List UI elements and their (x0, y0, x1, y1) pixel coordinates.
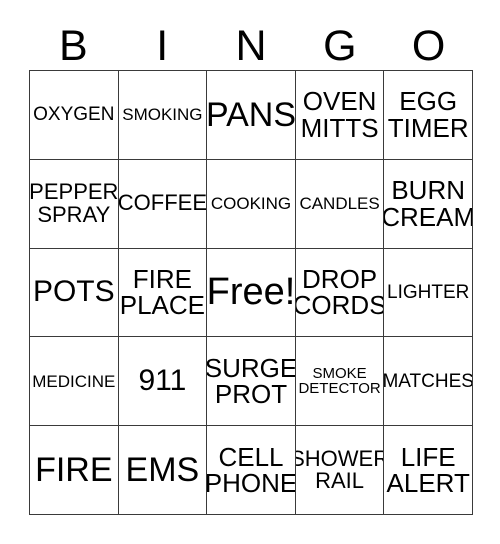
bingo-cell-label: EGG TIMER (387, 86, 469, 143)
bingo-cell[interactable]: DROP CORDS (295, 248, 385, 338)
bingo-cell-label: MEDICINE (32, 371, 116, 391)
bingo-cell-label: SHOWER RAIL (296, 445, 385, 494)
bingo-cell-label: MATCHES (384, 370, 473, 392)
bingo-cell-label: POTS (32, 275, 115, 309)
bingo-cell[interactable]: POTS (30, 248, 119, 338)
bingo-cell-label: SURGE PROT (207, 352, 296, 410)
bingo-cell[interactable]: SHOWER RAIL (295, 426, 385, 515)
bingo-cell[interactable]: MATCHES (384, 337, 473, 427)
bingo-header-letter-n: N (235, 22, 267, 70)
bingo-cell[interactable]: SURGE PROT (207, 337, 296, 427)
bingo-cell[interactable]: FIRE (30, 426, 119, 515)
bingo-cell-label: OVEN MITTS (300, 86, 379, 143)
bingo-cell[interactable]: BURN CREAM (384, 159, 473, 249)
bingo-cell[interactable]: LIFE ALERT (384, 426, 473, 515)
bingo-cell-label: CANDLES (299, 194, 380, 214)
bingo-cell-label: DROP CORDS (295, 263, 385, 321)
bingo-cell[interactable]: EMS (118, 426, 208, 515)
bingo-cell-label: OXYGEN (33, 104, 115, 126)
bingo-cell[interactable]: FIRE PLACE (118, 248, 208, 338)
bingo-cell-label: PANS (207, 95, 296, 134)
bingo-cell[interactable]: PANS (207, 71, 296, 160)
bingo-card: B I N G O OXYGEN SMOKING PANS OVEN MITTS EGG… (0, 0, 500, 544)
bingo-header-letter-o: O (411, 22, 446, 70)
bingo-cell[interactable]: MEDICINE (30, 337, 119, 427)
bingo-cell-label: FIRE PLACE (119, 263, 206, 321)
bingo-cell[interactable]: LIGHTER (384, 248, 473, 338)
bingo-cell-label: Free! (207, 271, 296, 314)
bingo-cell[interactable]: CELL PHONE (207, 426, 296, 515)
bingo-cell-label: SMOKING (122, 105, 203, 125)
bingo-cell-label: EMS (125, 450, 200, 489)
bingo-header-letter-b: B (59, 22, 88, 70)
bingo-grid: OXYGEN SMOKING PANS OVEN MITTS EGG TIMER PEPP… (29, 70, 473, 515)
bingo-cell[interactable]: CANDLES (295, 159, 385, 249)
bingo-cell-label: SMOKE DETECTOR (298, 364, 381, 398)
bingo-header-letter-i: I (156, 22, 169, 70)
bingo-cell-label: PEPPER SPRAY (30, 179, 119, 227)
bingo-cell-label: 911 (138, 363, 187, 397)
bingo-free-space-cell[interactable]: Free! (207, 248, 296, 338)
bingo-cell-label: FIRE (35, 450, 113, 489)
bingo-header-row: B I N G O (29, 18, 473, 68)
bingo-cell-label: LIGHTER (387, 281, 470, 303)
bingo-cell-label: COOKING (210, 194, 292, 214)
bingo-cell-label: LIFE ALERT (386, 441, 470, 499)
bingo-cell-label: CELL PHONE (207, 441, 296, 499)
bingo-cell[interactable]: COFFEE (118, 159, 208, 249)
bingo-header-letter-g: G (323, 22, 357, 70)
bingo-cell[interactable]: SMOKE DETECTOR (295, 337, 385, 427)
bingo-cell[interactable]: EGG TIMER (384, 71, 473, 160)
bingo-cell[interactable]: OVEN MITTS (295, 71, 385, 160)
bingo-cell[interactable]: COOKING (207, 159, 296, 249)
bingo-cell-label: COFFEE (118, 190, 208, 216)
bingo-cell[interactable]: 911 (118, 337, 208, 427)
bingo-cell[interactable]: OXYGEN (30, 71, 119, 160)
bingo-cell-label: BURN CREAM (384, 175, 473, 232)
bingo-cell[interactable]: PEPPER SPRAY (30, 159, 119, 249)
bingo-cell[interactable]: SMOKING (118, 71, 208, 160)
